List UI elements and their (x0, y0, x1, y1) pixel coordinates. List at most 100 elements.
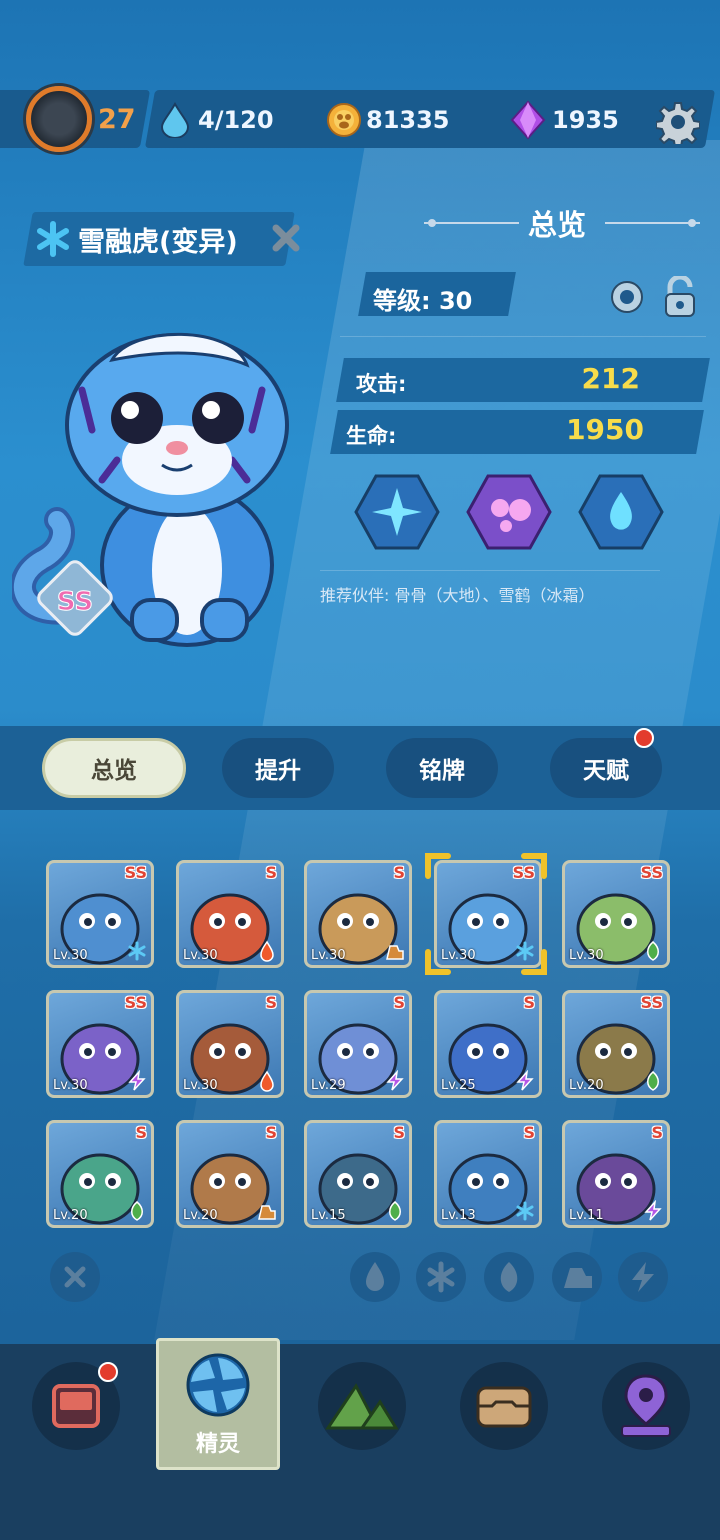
hp-value: 1950 (566, 413, 644, 446)
filter-nature[interactable] (484, 1252, 534, 1302)
pet-rank: S (265, 863, 277, 882)
coin-count: 81335 (366, 106, 450, 134)
selection-frame (425, 853, 547, 975)
aperture-icon (186, 1353, 250, 1417)
earth-icon (386, 945, 404, 960)
snowflake-icon (427, 1261, 455, 1293)
lightning-icon (632, 1262, 654, 1292)
close-icon[interactable] (270, 222, 302, 254)
ring-icon[interactable] (608, 278, 646, 316)
nav-explore[interactable] (318, 1362, 406, 1450)
pet-level: Lv.30 (183, 1078, 218, 1093)
pet-card[interactable]: S Lv.20 (176, 1120, 284, 1228)
fire-icon (260, 940, 274, 962)
earth-icon (258, 1205, 276, 1220)
map-pin-icon (621, 1374, 671, 1437)
pet-rank: SS (640, 863, 663, 882)
talent-notification-dot (634, 728, 654, 748)
gear-icon[interactable] (656, 100, 700, 144)
snowflake-icon (37, 221, 69, 257)
lightning-icon (644, 1200, 662, 1221)
pet-level: Lv.30 (183, 948, 218, 963)
snowflake-icon (516, 1201, 534, 1221)
leaf-icon (500, 1262, 518, 1292)
pet-name: 雪融虎(变异) (78, 227, 238, 258)
pet-card[interactable]: SS Lv.30 (562, 860, 670, 968)
snowflake-icon (128, 941, 146, 961)
player-level: 27 (98, 104, 136, 135)
pet-rank: SS (124, 993, 147, 1012)
pet-level: Lv.20 (183, 1208, 218, 1223)
tab-nameplate[interactable]: 铭牌 (386, 738, 498, 798)
leaf-icon (131, 1201, 143, 1221)
clear-filter-button[interactable] (50, 1252, 100, 1302)
ornament-left (424, 219, 519, 227)
filter-earth[interactable] (552, 1252, 602, 1302)
coin-icon (327, 103, 361, 137)
recommended-partners: 推荐伙伴: 骨骨（大地）、雪鹤（冰霜） (320, 586, 595, 605)
energy-count: 4/120 (198, 106, 274, 134)
divider-2 (320, 570, 660, 571)
droplets-skill-icon[interactable] (466, 474, 552, 550)
pet-card[interactable]: S Lv.30 (176, 990, 284, 1098)
chest-icon (476, 1386, 532, 1428)
filter-fire[interactable] (350, 1252, 400, 1302)
pet-level: Lv.13 (441, 1208, 476, 1223)
pet-card[interactable]: S Lv.13 (434, 1120, 542, 1228)
water-drop-icon (160, 102, 190, 138)
gem-icon (510, 100, 546, 140)
filter-ice[interactable] (416, 1252, 466, 1302)
nav-spirits-label: 精灵 (195, 1432, 240, 1457)
close-icon (64, 1266, 86, 1288)
divider (340, 336, 706, 337)
pet-card[interactable]: SS Lv.30 (46, 860, 154, 968)
lightning-icon (386, 1070, 404, 1091)
nav-map[interactable] (602, 1362, 690, 1450)
pet-rank: SS (124, 863, 147, 882)
leaf-icon (647, 941, 659, 961)
pet-rank: S (393, 993, 405, 1012)
attack-label: 攻击: (356, 372, 407, 396)
filter-lightning[interactable] (618, 1252, 668, 1302)
nav-chest[interactable] (460, 1362, 548, 1450)
pet-level: Lv.30 (311, 948, 346, 963)
leaf-icon (389, 1201, 401, 1221)
pet-card[interactable]: S Lv.30 (176, 860, 284, 968)
sparkle-skill-icon[interactable] (354, 474, 440, 550)
pet-rank: S (393, 863, 405, 882)
pet-card[interactable]: SS Lv.20 (562, 990, 670, 1098)
pet-level: 等级: 30 (373, 287, 473, 315)
pet-card[interactable]: SS Lv.30 (46, 990, 154, 1098)
player-avatar[interactable] (26, 86, 92, 152)
pet-level: Lv.11 (569, 1208, 604, 1223)
earth-icon (564, 1268, 592, 1288)
pet-rank: S (135, 1123, 147, 1142)
pet-level: Lv.20 (569, 1078, 604, 1093)
pet-level: Lv.15 (311, 1208, 346, 1223)
overview-title: 总览 (528, 208, 587, 242)
pet-card[interactable]: S Lv.29 (304, 990, 412, 1098)
pet-rank: S (393, 1123, 405, 1142)
pet-level: Lv.25 (441, 1078, 476, 1093)
pet-rarity-badge: SS (57, 587, 93, 617)
orb-skill-icon[interactable] (578, 474, 664, 550)
pet-level: Lv.30 (53, 1078, 88, 1093)
pet-rank: S (265, 1123, 277, 1142)
pet-rank: S (651, 1123, 663, 1142)
pet-card[interactable]: S Lv.25 (434, 990, 542, 1098)
pet-level: Lv.29 (311, 1078, 346, 1093)
fire-icon (366, 1262, 384, 1291)
mountain-icon (325, 1383, 399, 1430)
tiger-pet-art: SS (12, 332, 289, 647)
pet-card[interactable]: S Lv.30 (304, 860, 412, 968)
pet-card[interactable]: S Lv.11 (562, 1120, 670, 1228)
fire-icon (260, 1070, 274, 1092)
lock-icon[interactable] (662, 276, 698, 318)
backpack-notification-dot (98, 1362, 118, 1382)
pet-rank: S (523, 1123, 535, 1142)
pet-card[interactable]: S Lv.20 (46, 1120, 154, 1228)
tab-overview[interactable]: 总览 (42, 738, 186, 798)
pet-rank: S (265, 993, 277, 1012)
tab-upgrade[interactable]: 提升 (222, 738, 334, 798)
pet-card[interactable]: S Lv.15 (304, 1120, 412, 1228)
